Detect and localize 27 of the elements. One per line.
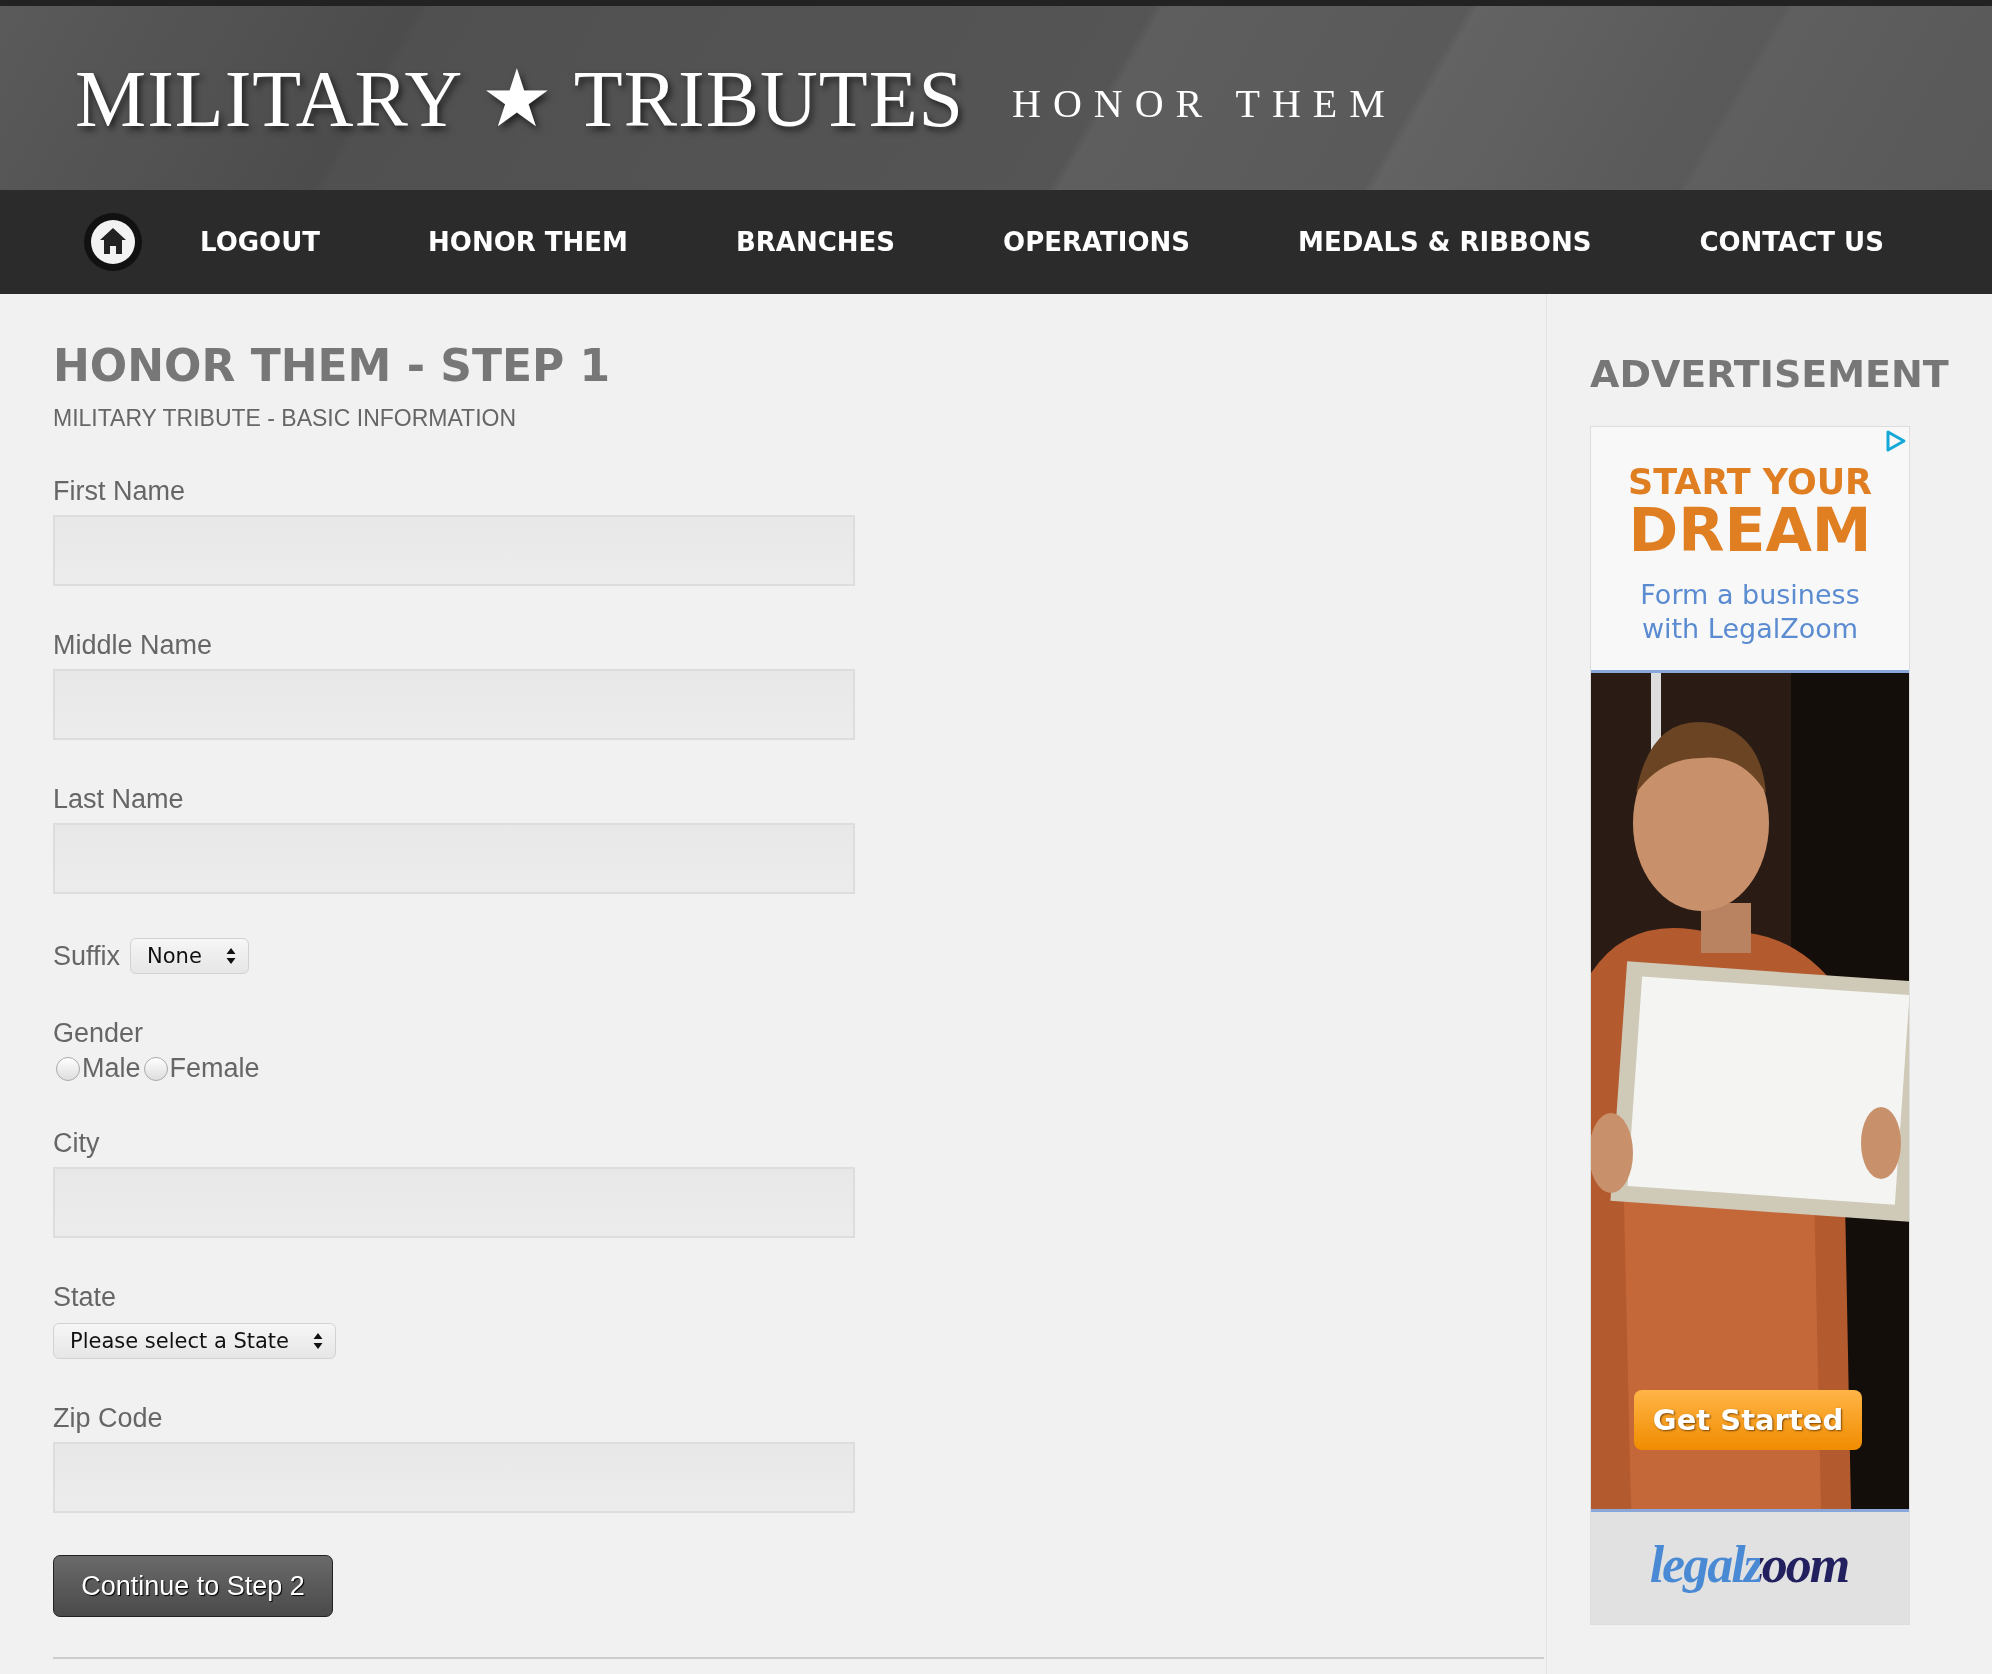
nav-link[interactable]: MEDALS & RIBBONS: [1298, 227, 1592, 257]
field-label: City: [53, 1128, 101, 1159]
field-label: First Name: [53, 476, 186, 507]
ad-tagline: Form a business with LegalZoom: [1639, 578, 1861, 646]
field-label: State: [53, 1282, 118, 1313]
page-subtitle: MILITARY TRIBUTE - BASIC INFORMATION: [53, 405, 518, 432]
continue-button[interactable]: Continue to Step 2: [53, 1555, 333, 1617]
nav-link[interactable]: BRANCHES: [736, 227, 896, 257]
field-label: Zip Code: [53, 1403, 164, 1434]
ad-headline: DREAM: [1628, 500, 1872, 560]
field-label: Last Name: [53, 784, 185, 815]
nav-link[interactable]: HONOR THEM: [428, 227, 628, 257]
sidebar-heading: ADVERTISEMENT: [1590, 352, 1949, 396]
nav-link[interactable]: CONTACT US: [1699, 227, 1884, 257]
radio-label: Female: [169, 1053, 260, 1084]
field-label: Suffix: [53, 940, 121, 972]
field-label: Gender: [53, 1018, 145, 1049]
field-label: Middle Name: [53, 630, 214, 661]
site-tagline: HONOR THEM: [1012, 79, 1397, 127]
ad-headline: START YOUR: [1627, 465, 1873, 500]
nav-link[interactable]: OPERATIONS: [1003, 227, 1191, 257]
radio-label: Male: [82, 1053, 141, 1084]
nav-link[interactable]: LOGOUT: [200, 227, 321, 257]
page-title: HONOR THEM - STEP 1: [53, 340, 612, 391]
suffix-select[interactable]: None: [130, 938, 249, 974]
state-select[interactable]: Please select a State: [53, 1323, 337, 1359]
site-logo[interactable]: MILITARY ★ TRIBUTES: [75, 51, 965, 145]
